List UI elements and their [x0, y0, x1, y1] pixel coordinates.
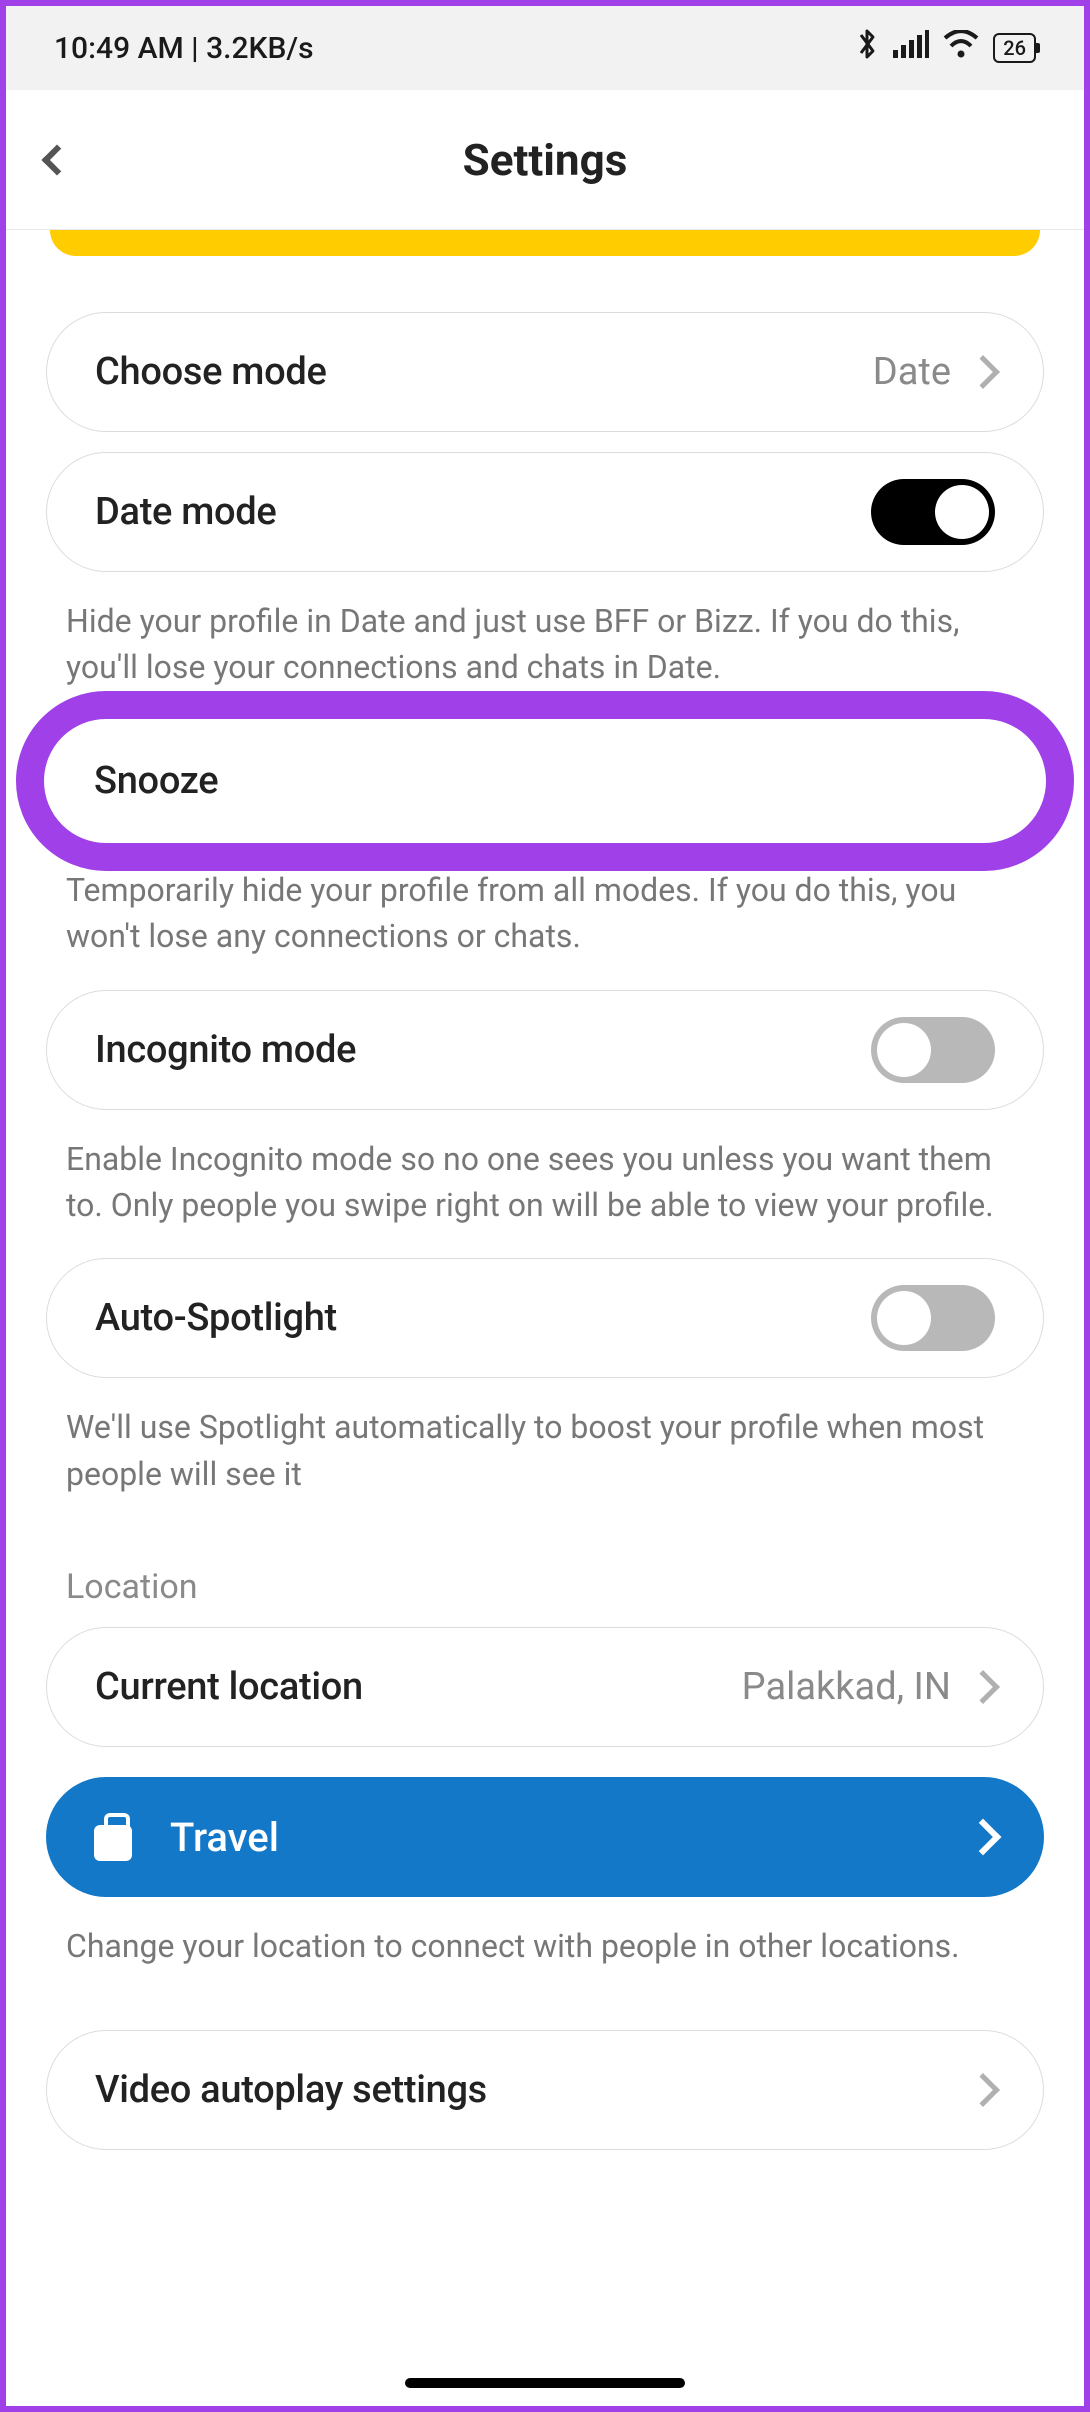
- chevron-right-icon: [966, 355, 1000, 389]
- chevron-right-icon: [966, 2073, 1000, 2107]
- video-autoplay-label: Video autoplay settings: [95, 2068, 487, 2112]
- chevron-right-icon: [965, 1819, 1002, 1856]
- video-autoplay-row[interactable]: Video autoplay settings: [46, 2030, 1044, 2150]
- bluetooth-icon: [855, 27, 879, 69]
- settings-content: Choose mode Date Date mode Hide your pro…: [6, 230, 1084, 2406]
- auto-spotlight-desc: We'll use Spotlight automatically to boo…: [46, 1398, 1044, 1527]
- auto-spotlight-row[interactable]: Auto-Spotlight: [46, 1258, 1044, 1378]
- auto-spotlight-toggle[interactable]: [871, 1285, 995, 1351]
- wifi-icon: [943, 30, 979, 66]
- status-bar: 10:49 AM | 3.2KB/s 26: [6, 6, 1084, 90]
- current-location-value: Palakkad, IN: [742, 1665, 951, 1709]
- incognito-toggle[interactable]: [871, 1017, 995, 1083]
- status-time: 10:49 AM | 3.2KB/s: [54, 31, 314, 66]
- header-bar: Settings: [6, 90, 1084, 230]
- choose-mode-row[interactable]: Choose mode Date: [46, 312, 1044, 432]
- page-title: Settings: [463, 134, 628, 186]
- incognito-label: Incognito mode: [95, 1028, 356, 1072]
- luggage-icon: [94, 1813, 132, 1861]
- location-section-label: Location: [46, 1527, 1044, 1627]
- current-location-label: Current location: [95, 1665, 363, 1709]
- travel-desc: Change your location to connect with peo…: [46, 1917, 1044, 1999]
- home-indicator[interactable]: [405, 2378, 685, 2388]
- date-mode-label: Date mode: [95, 490, 276, 534]
- incognito-row[interactable]: Incognito mode: [46, 990, 1044, 1110]
- back-button[interactable]: [46, 149, 68, 171]
- chevron-left-icon: [41, 144, 72, 175]
- snooze-desc: Temporarily hide your profile from all m…: [46, 861, 1044, 990]
- choose-mode-value: Date: [873, 350, 951, 394]
- date-mode-row[interactable]: Date mode: [46, 452, 1044, 572]
- snooze-label: Snooze: [94, 759, 218, 803]
- travel-label: Travel: [170, 1814, 970, 1861]
- date-mode-desc: Hide your profile in Date and just use B…: [46, 592, 1044, 721]
- incognito-desc: Enable Incognito mode so no one sees you…: [46, 1130, 1044, 1259]
- current-location-row[interactable]: Current location Palakkad, IN: [46, 1627, 1044, 1747]
- choose-mode-label: Choose mode: [95, 350, 327, 394]
- snooze-row[interactable]: Snooze: [46, 721, 1044, 841]
- chevron-right-icon: [966, 1670, 1000, 1704]
- banner-strip: [50, 230, 1040, 256]
- travel-row[interactable]: Travel: [46, 1777, 1044, 1897]
- signal-icon: [893, 30, 929, 66]
- battery-icon: 26: [993, 33, 1036, 63]
- date-mode-toggle[interactable]: [871, 479, 995, 545]
- status-right: 26: [855, 27, 1036, 69]
- auto-spotlight-label: Auto-Spotlight: [95, 1296, 337, 1340]
